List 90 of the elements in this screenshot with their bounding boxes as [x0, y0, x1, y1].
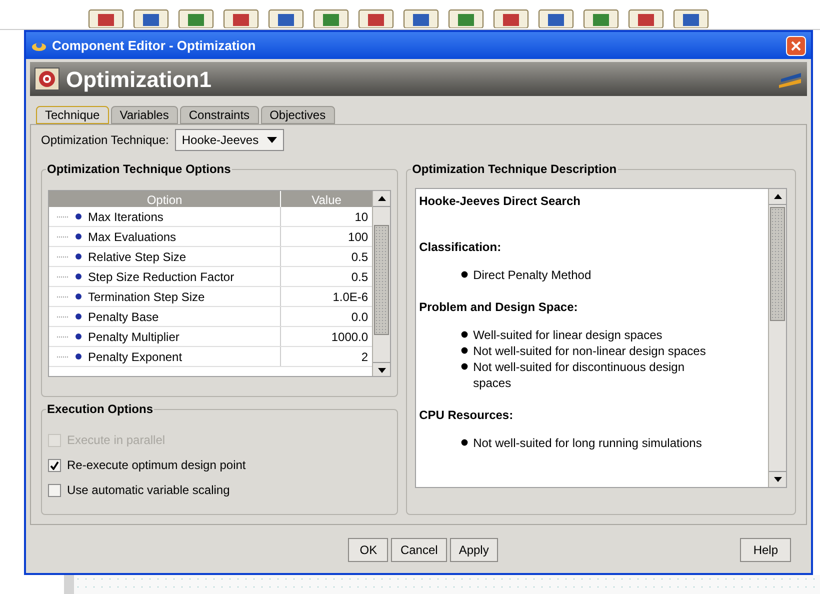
close-icon [791, 40, 801, 50]
bullet-icon [461, 331, 468, 338]
tree-line-icon [57, 256, 69, 258]
option-cell: Relative Step Size [49, 247, 281, 266]
tab[interactable]: Constraints [180, 106, 259, 124]
bullet-text: Not well-suited for discontinuous design spaces [473, 359, 686, 391]
toolbar-icon[interactable] [88, 8, 124, 28]
bullet-icon [75, 253, 82, 260]
bullet-icon [461, 439, 468, 446]
dialog-button[interactable]: Apply [450, 538, 498, 562]
bullet-icon [75, 313, 82, 320]
group-title: Execution Options [46, 401, 154, 417]
value-cell-text: 10 [354, 209, 370, 226]
option-cell: Step Size Reduction Factor [49, 267, 281, 286]
scrollbar[interactable] [372, 191, 390, 376]
description-text: Hooke-Jeeves Direct Search Classification: Direct Penalty Method Problem and Design Space: Well-suited for linear design spaces Not well-suited for non-linear design spaces Not well-suited for discontinuous design spaces CPU Resources: Not well-suited for long running simulations [416, 189, 768, 487]
toolbar-icon[interactable] [673, 8, 709, 28]
toolbar-icon[interactable] [223, 8, 259, 28]
group-title: Optimization Technique Options [46, 161, 232, 177]
tree-line-icon [57, 316, 69, 318]
help-button[interactable]: Help [740, 538, 791, 562]
scrollbar-thumb[interactable] [770, 207, 785, 321]
bullet-icon [75, 213, 82, 220]
dialog-button[interactable]: OK [348, 538, 388, 562]
bullet-text: Not well-suited for long running simulations [473, 435, 703, 451]
dialog-button[interactable]: Cancel [391, 538, 447, 562]
tree-line-icon [57, 296, 69, 298]
up-arrow-icon[interactable] [378, 196, 386, 201]
option-cell: Termination Step Size [49, 287, 281, 306]
tree-line-icon [57, 276, 69, 278]
group-title: Optimization Technique Description [411, 161, 618, 177]
tree-line-icon [57, 336, 69, 338]
component-name: Optimization1 [66, 66, 212, 94]
technique-label: Optimization Technique: [41, 132, 169, 149]
toolbar-icon[interactable] [493, 8, 529, 28]
scrollbar[interactable] [768, 189, 786, 487]
checkbox[interactable] [48, 484, 61, 496]
value-cell-text: 0.5 [350, 249, 370, 266]
tree-line-icon [57, 216, 69, 218]
column-header: Option [49, 191, 281, 207]
column-header: Value [310, 192, 342, 207]
value-cell-text: 2 [360, 349, 370, 366]
bullet-text: Well-suited for linear design spaces [473, 327, 664, 343]
toolbar-icon[interactable] [358, 8, 394, 28]
target-icon [34, 67, 60, 91]
down-arrow-icon[interactable] [774, 477, 782, 482]
bullet-icon [75, 293, 82, 300]
toolbar-icon[interactable] [313, 8, 349, 28]
bullet-text: Not well-suited for non-linear design spaces [473, 343, 707, 359]
toolbar-icon[interactable] [583, 8, 619, 28]
toolbar-icon[interactable] [538, 8, 574, 28]
value-cell-text: 100 [347, 229, 370, 246]
value-cell-text: 1.0E-6 [332, 289, 370, 306]
bullet-icon [461, 363, 468, 370]
down-arrow-icon[interactable] [378, 368, 386, 373]
tab[interactable]: Variables [110, 106, 178, 124]
caret-icon [266, 137, 277, 143]
tab[interactable]: Technique [36, 106, 109, 124]
technique-dropdown[interactable]: Hooke-Jeeves [174, 129, 284, 151]
bullet-icon [461, 347, 468, 354]
option-cell: Penalty Multiplier [49, 327, 281, 346]
checkbox[interactable] [48, 458, 61, 472]
checkbox-label: Re-execute optimum design point [67, 457, 246, 474]
window-title: Component Editor - Optimization [52, 36, 257, 55]
value-cell-text: 1000.0 [330, 329, 370, 346]
toolbar-icon[interactable] [178, 8, 214, 28]
scrollbar-thumb[interactable] [374, 225, 390, 335]
option-cell: Penalty Exponent [49, 347, 281, 366]
tab[interactable]: Objectives [260, 106, 335, 124]
value-cell-text: 0.5 [350, 269, 370, 286]
bullet-icon [75, 353, 82, 360]
toolbar-icon[interactable] [403, 8, 439, 28]
option-cell: Max Iterations [49, 207, 281, 226]
value-cell-text: 0.0 [350, 309, 370, 326]
bullet-icon [461, 271, 468, 278]
toolbar-icon[interactable] [133, 8, 169, 28]
bullet-icon [75, 233, 82, 240]
toolbar-icon[interactable] [628, 8, 664, 28]
bullet-icon [75, 333, 82, 340]
checkbox-label: Use automatic variable scaling [67, 482, 230, 499]
tree-line-icon [57, 356, 69, 358]
bullet-icon [75, 273, 82, 280]
option-cell: Penalty Base [49, 307, 281, 326]
bullet-text: Direct Penalty Method [473, 267, 592, 283]
option-cell: Max Evaluations [49, 227, 281, 246]
toolbar-icon[interactable] [268, 8, 304, 28]
close-button[interactable] [786, 36, 806, 56]
toolbar-icon[interactable] [448, 8, 484, 28]
up-arrow-icon[interactable] [774, 194, 782, 199]
tree-line-icon [57, 236, 69, 238]
